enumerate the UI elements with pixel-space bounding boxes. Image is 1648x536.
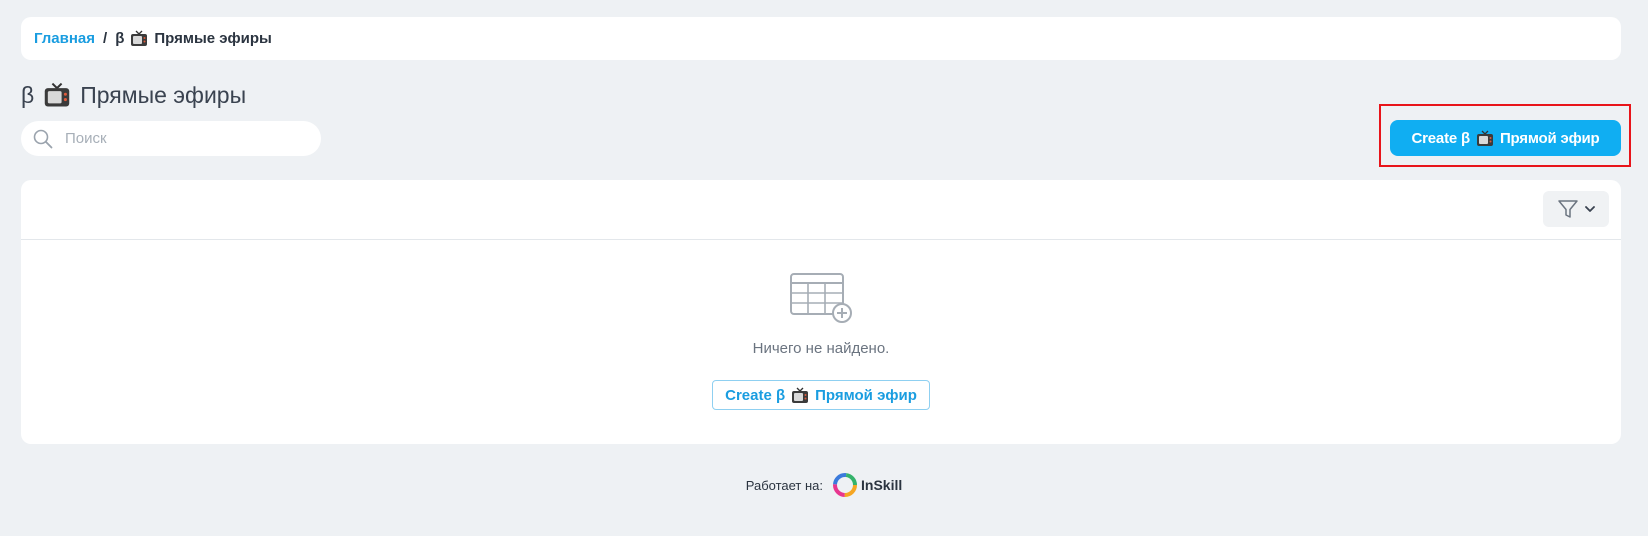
powered-by-label: Работает на: xyxy=(745,477,824,493)
create-button-prefix: Create β xyxy=(1411,129,1471,147)
list-panel: Ничего не найдено. Create β Прямой эфир xyxy=(21,180,1621,444)
panel-header xyxy=(21,180,1621,240)
breadcrumb-current: β Прямые эфиры xyxy=(115,30,272,47)
tv-icon xyxy=(44,82,70,107)
table-add-icon xyxy=(790,273,852,323)
page-title: β Прямые эфиры xyxy=(21,78,246,112)
tv-icon xyxy=(792,387,809,403)
page-title-label: Прямые эфиры xyxy=(80,81,247,108)
tv-icon xyxy=(1476,130,1493,146)
create-live-stream-empty-button[interactable]: Create β Прямой эфир xyxy=(712,380,930,410)
footer: Работает на: InSkill xyxy=(0,473,1648,497)
empty-create-prefix: Create β xyxy=(725,386,786,404)
empty-create-suffix: Прямой эфир xyxy=(815,386,917,404)
filter-icon xyxy=(1558,200,1578,218)
create-button-suffix: Прямой эфир xyxy=(1499,129,1600,147)
create-live-stream-button[interactable]: Create β Прямой эфир xyxy=(1390,120,1621,156)
breadcrumb: Главная / β Прямые эфиры xyxy=(21,17,1621,60)
search-box[interactable] xyxy=(21,121,321,156)
chevron-down-icon xyxy=(1585,206,1595,212)
tv-icon xyxy=(131,30,148,46)
breadcrumb-home-link[interactable]: Главная xyxy=(34,30,95,47)
breadcrumb-separator: / xyxy=(103,30,108,47)
brand-name: InSkill xyxy=(861,477,903,493)
empty-message: Ничего не найдено. xyxy=(752,340,890,357)
empty-state: Ничего не найдено. Create β Прямой эфир xyxy=(21,272,1621,410)
breadcrumb-current-label: Прямые эфиры xyxy=(154,30,272,47)
search-input[interactable] xyxy=(65,130,295,147)
brand-link[interactable]: InSkill xyxy=(833,473,902,497)
search-icon xyxy=(33,129,53,148)
page-title-beta: β xyxy=(21,81,35,108)
breadcrumb-beta: β xyxy=(115,30,125,47)
filter-button[interactable] xyxy=(1543,191,1609,227)
inskill-logo-icon xyxy=(833,473,858,497)
